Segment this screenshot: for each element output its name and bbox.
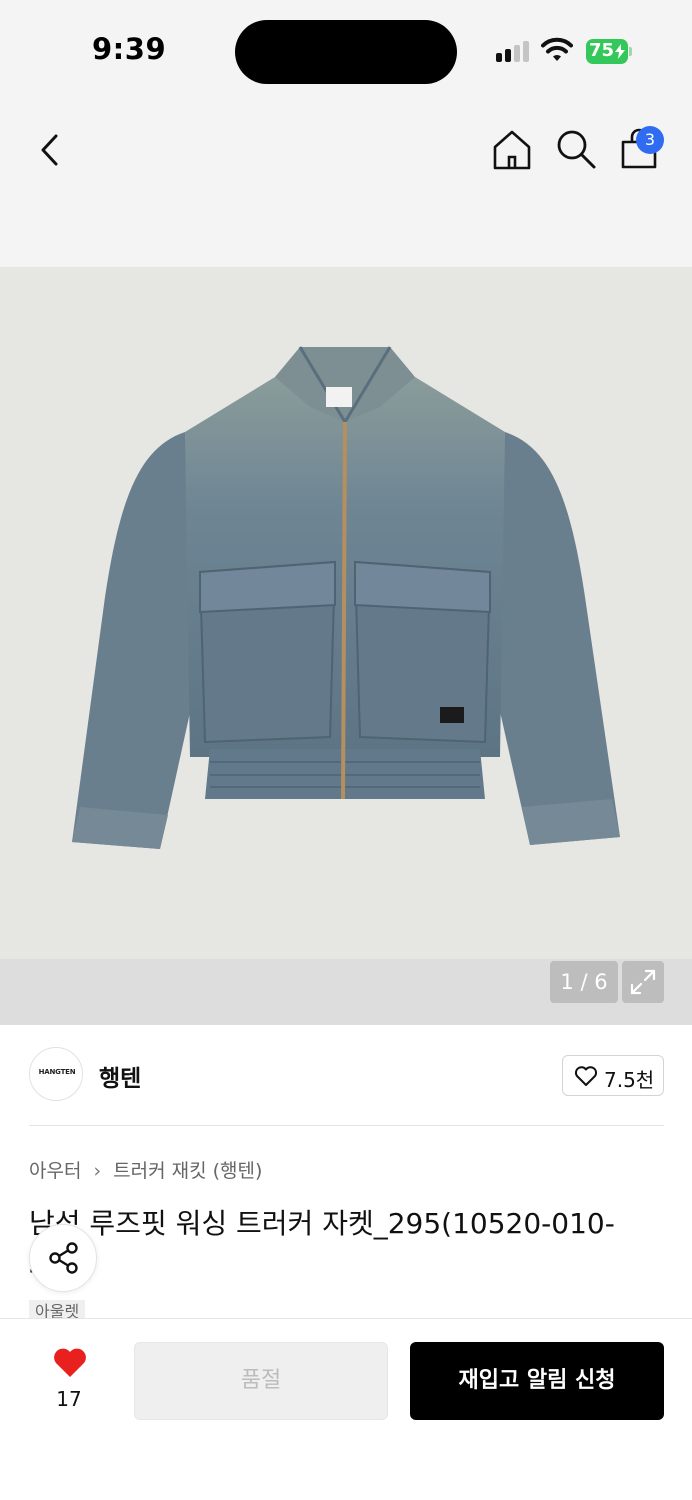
brand-like-count: 7.5천 [604, 1068, 655, 1092]
breadcrumb-category[interactable]: 아우터 [29, 1160, 81, 1182]
breadcrumb-separator: › [93, 1160, 102, 1182]
status-bar: 9:39 75 [0, 0, 692, 100]
heart-outline-icon [574, 1066, 598, 1086]
share-icon [49, 1242, 78, 1274]
product-title: 남성 루즈핏 워싱 트러커 자켓_295(10520-010-400) [29, 1207, 615, 1284]
breadcrumb-subcategory[interactable]: 트러커 재킷 (행텐) [113, 1160, 262, 1182]
restock-alert-button[interactable]: 재입고 알림 신청 [410, 1342, 664, 1420]
wifi-icon [541, 37, 573, 61]
brand-name[interactable]: 행텐 [99, 1059, 141, 1093]
brand-logo[interactable]: HANGTEN [29, 1047, 83, 1101]
dynamic-island [235, 20, 457, 84]
battery-icon: 75 [586, 39, 632, 64]
soldout-button: 품절 [134, 1342, 388, 1420]
brand-row: HANGTEN 행텐 7.5천 [0, 1025, 692, 1125]
heart-filled-icon[interactable] [52, 1347, 88, 1379]
status-time: 9:39 [92, 32, 167, 66]
brand-logo-text: HANGTEN [38, 1068, 76, 1076]
wish-count: 17 [56, 1387, 82, 1411]
product-image [72, 346, 620, 849]
bottom-action-bar: 17 품절 재입고 알림 신청 [0, 1318, 692, 1500]
share-button[interactable] [29, 1224, 97, 1292]
expand-icon [630, 969, 656, 995]
home-icon[interactable] [490, 128, 534, 172]
battery-level: 75 [589, 40, 615, 61]
product-image-gallery[interactable]: 1 / 6 [0, 267, 692, 1025]
top-nav-bar [0, 100, 692, 267]
back-icon[interactable] [30, 130, 70, 170]
search-icon[interactable] [555, 128, 597, 170]
breadcrumb: 아우터 › 트러커 재킷 (행텐) [29, 1156, 262, 1182]
brand-like-button[interactable]: 7.5천 [562, 1055, 664, 1096]
expand-image-button[interactable] [622, 961, 664, 1003]
cellular-signal-icon [496, 40, 532, 62]
cart-count-badge: 3 [636, 126, 664, 154]
divider [29, 1125, 664, 1126]
image-page-indicator: 1 / 6 [550, 961, 618, 1003]
